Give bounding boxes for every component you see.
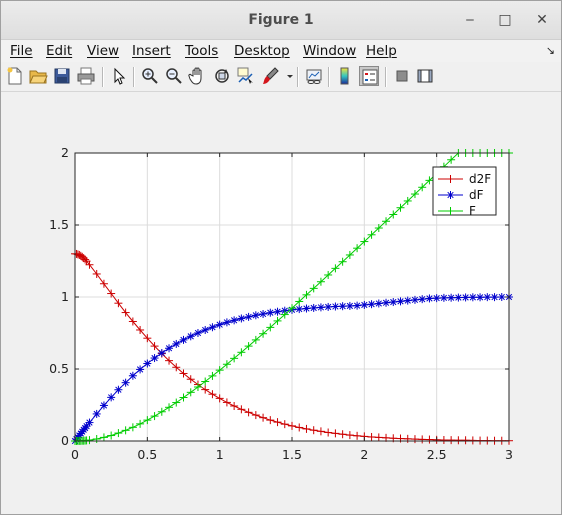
data-point-dF: [273, 307, 282, 316]
rotate-3d-icon[interactable]: [212, 66, 232, 86]
data-point-dF: [396, 297, 405, 306]
x-tick-label: 2: [360, 447, 368, 462]
data-point-dF: [461, 293, 470, 302]
menu-bar: File Edit View Insert Tools Desktop Wind…: [1, 40, 561, 62]
link-plot-icon[interactable]: [304, 66, 324, 86]
dock-arrow-icon[interactable]: ↘: [546, 44, 555, 57]
data-point-dF: [193, 329, 202, 337]
data-point-dF: [157, 349, 166, 358]
menu-help[interactable]: Help: [366, 43, 397, 59]
data-point-dF: [208, 323, 217, 332]
menu-window[interactable]: Window: [303, 43, 356, 59]
toolbar-separator: [328, 67, 330, 87]
close-button[interactable]: ✕: [533, 11, 551, 29]
data-point-dF: [331, 302, 340, 311]
data-point-dF: [85, 418, 94, 427]
data-point-dF: [360, 300, 369, 309]
zoom-in-icon[interactable]: [140, 66, 160, 86]
data-point-dF: [237, 314, 246, 323]
brush-icon[interactable]: [260, 66, 280, 86]
data-point-dF: [179, 335, 188, 344]
data-point-dF: [497, 293, 506, 301]
legend-icon[interactable]: [359, 66, 379, 86]
toolbar-separator: [297, 67, 299, 87]
data-point-dF: [353, 301, 362, 310]
data-point-dF: [490, 293, 499, 302]
data-point-dF: [418, 295, 427, 304]
line-chart: 0 0.5 1 1.5 2 2.5 3 0 0.5 1 1.5 2 d2F dF F: [49, 145, 513, 462]
legend-label-dF: dF: [469, 188, 484, 202]
legend[interactable]: d2F dF F: [432, 166, 497, 218]
data-point-dF: [447, 293, 456, 302]
data-point-dF: [266, 308, 275, 317]
data-point-dF: [425, 294, 434, 303]
data-point-dF: [403, 296, 412, 305]
zoom-out-icon[interactable]: [164, 66, 184, 86]
figure-canvas: 0 0.5 1 1.5 2 2.5 3 0 0.5 1 1.5 2 d2F dF F: [1, 92, 561, 514]
data-point-dF: [259, 309, 268, 318]
x-tick-label: 1: [216, 447, 224, 462]
pointer-icon[interactable]: [109, 66, 129, 86]
data-point-dF: [309, 303, 318, 312]
x-tick-label: 2.5: [427, 447, 447, 462]
x-tick-label: 1.5: [282, 447, 302, 462]
legend-marker-dF: [446, 191, 455, 199]
y-tick-label: 1: [61, 289, 69, 304]
data-point-dF: [374, 299, 383, 308]
data-point-dF: [439, 293, 448, 302]
data-point-dF: [382, 298, 391, 307]
data-point-dF: [230, 316, 239, 325]
data-point-dF: [476, 293, 485, 302]
x-tick-label: 0.5: [137, 447, 157, 462]
data-point-dF: [324, 302, 333, 311]
menu-edit[interactable]: Edit: [46, 43, 72, 59]
toolbar-separator: [102, 67, 104, 87]
print-icon[interactable]: [76, 66, 96, 86]
data-point-dF: [302, 304, 311, 313]
new-figure-icon[interactable]: [5, 66, 25, 86]
data-point-dF: [150, 354, 159, 363]
data-cursor-icon[interactable]: [236, 66, 256, 86]
x-tick-label: 0: [71, 447, 79, 462]
title-bar[interactable]: Figure 1 ‒ □ ✕: [1, 1, 561, 40]
figure-window: Figure 1 ‒ □ ✕ File Edit View Insert Too…: [0, 0, 562, 515]
menu-tools[interactable]: Tools: [185, 43, 218, 59]
data-point-dF: [172, 339, 181, 348]
y-tick-label: 0.5: [49, 361, 69, 376]
brush-dropdown-icon[interactable]: [280, 66, 293, 86]
data-point-dF: [483, 293, 492, 302]
data-point-dF: [338, 302, 347, 311]
data-point-dF: [201, 325, 210, 334]
x-tick-label: 3: [505, 447, 513, 462]
pan-hand-icon[interactable]: [188, 66, 208, 86]
data-point-dF: [410, 295, 419, 304]
figure-toolbar: [1, 63, 561, 92]
data-point-dF: [367, 300, 376, 309]
minimize-button[interactable]: ‒: [461, 11, 479, 29]
hide-plot-tools-icon[interactable]: [392, 66, 412, 86]
menu-view[interactable]: View: [87, 43, 119, 59]
menu-insert[interactable]: Insert: [132, 43, 171, 59]
show-plot-tools-icon[interactable]: [415, 66, 435, 86]
legend-label-F: F: [469, 204, 476, 218]
legend-label-d2F: d2F: [469, 172, 491, 186]
toolbar-separator: [133, 67, 135, 87]
menu-file[interactable]: File: [10, 43, 33, 59]
data-point-dF: [186, 332, 195, 341]
data-point-dF: [128, 371, 137, 380]
colorbar-icon[interactable]: [335, 66, 355, 86]
y-tick-label: 0: [61, 433, 69, 448]
y-tick-label: 1.5: [49, 217, 69, 232]
data-point-dF: [468, 293, 477, 302]
toolbar-separator: [385, 67, 387, 87]
data-point-dF: [295, 305, 304, 314]
maximize-button[interactable]: □: [496, 11, 514, 29]
save-icon[interactable]: [52, 66, 72, 86]
y-tick-label: 2: [61, 145, 69, 160]
open-file-icon[interactable]: [28, 66, 48, 86]
menu-desktop[interactable]: Desktop: [234, 43, 290, 59]
data-point-dF: [316, 303, 325, 312]
data-point-dF: [454, 293, 463, 302]
